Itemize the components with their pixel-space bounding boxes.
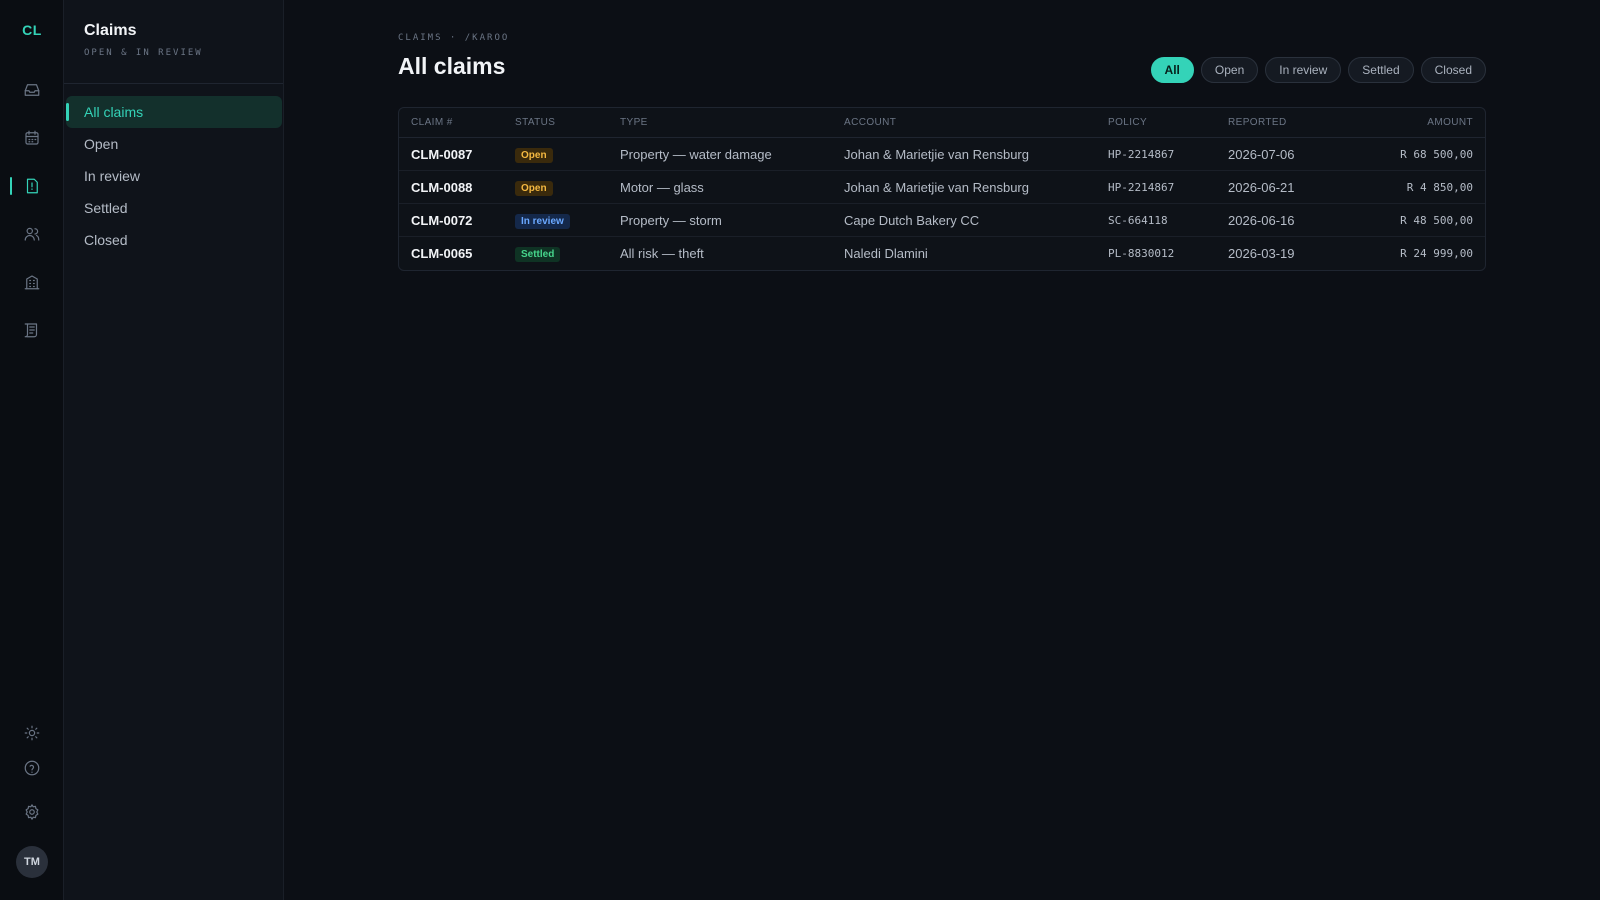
building-icon[interactable] [20,270,44,294]
subnav-title: Claims [84,22,137,39]
subnav-item-all-claims[interactable]: All claims [66,96,282,128]
table-row[interactable]: CLM-0088 Open Motor — glass Johan & Mari… [399,171,1485,204]
claim-type: Property — storm [620,212,722,228]
claim-id[interactable]: CLM-0072 [399,213,515,228]
col-account[interactable]: ACCOUNT [844,117,1108,128]
status-cell: Settled [515,245,620,262]
calendar-icon[interactable] [20,126,44,150]
col-type[interactable]: TYPE [620,117,844,128]
rail-active-indicator [10,177,12,195]
claims-icon[interactable] [20,174,44,198]
status-badge: Open [515,180,553,196]
claim-account: Johan & Marietjie van Rensburg [844,179,1029,195]
claim-policy: HP-2214867 [1108,180,1175,194]
subnav-header: Claims OPEN & IN REVIEW [64,0,283,84]
col-claim[interactable]: CLAIM # [399,117,515,128]
subnav-item-settled[interactable]: Settled [66,192,282,224]
filter-open[interactable]: Open [1200,57,1259,83]
claims-table: CLAIM # STATUS TYPE ACCOUNT POLICY REPOR… [398,107,1486,271]
breadcrumb: CLAIMS · /KAROO [398,33,510,43]
claim-reported: 2026-03-19 [1228,246,1295,261]
table-row[interactable]: CLM-0087 Open Property — water damage Jo… [399,138,1485,171]
status-badge: In review [515,213,570,229]
filter-closed[interactable]: Closed [1420,57,1486,83]
claim-reported: 2026-07-06 [1228,146,1295,162]
ledger-icon[interactable] [20,318,44,342]
claim-policy: HP-2214867 [1108,147,1175,161]
claim-id[interactable]: CLM-0088 [399,180,515,195]
claim-account: Cape Dutch Bakery CC [844,212,980,228]
claim-amount: R 48 500,00 [1400,213,1473,227]
icon-rail: CL TM [0,0,64,900]
claim-policy: PL-8830012 [1108,247,1175,260]
help-icon[interactable] [20,756,44,780]
subnav-subtitle: OPEN & IN REVIEW [84,48,203,58]
claim-type: Motor — glass [620,179,704,195]
claim-account: Naledi Dlamini [844,246,928,261]
claims-subnav: Claims OPEN & IN REVIEW All claims Open … [64,0,284,900]
table-row[interactable]: CLM-0072 In review Property — storm Cape… [399,204,1485,237]
filter-in-review[interactable]: In review [1265,57,1342,83]
table-row[interactable]: CLM-0065 Settled All risk — theft Naledi… [399,237,1485,270]
settings-icon[interactable] [20,800,44,824]
users-icon[interactable] [20,222,44,246]
subnav-item-in-review[interactable]: In review [66,160,282,192]
col-status[interactable]: STATUS [515,117,620,128]
table-header: CLAIM # STATUS TYPE ACCOUNT POLICY REPOR… [399,108,1485,138]
claim-account: Johan & Marietjie van Rensburg [844,146,1029,162]
claim-type: Property — water damage [620,146,772,162]
claim-policy: SC-664118 [1108,213,1168,227]
subnav-item-open[interactable]: Open [66,128,282,160]
col-policy[interactable]: POLICY [1108,117,1228,128]
user-avatar[interactable]: TM [16,846,48,878]
claim-reported: 2026-06-21 [1228,179,1295,195]
status-cell: Open [515,146,620,163]
claim-id[interactable]: CLM-0065 [399,246,515,261]
claim-id[interactable]: CLM-0087 [399,147,515,162]
status-filter-group: All Open In review Settled Closed [1150,57,1486,83]
claim-reported: 2026-06-16 [1228,212,1295,228]
status-cell: Open [515,179,620,196]
inbox-icon[interactable] [20,78,44,102]
page-title: All claims [398,53,506,79]
filter-all[interactable]: All [1150,57,1194,83]
col-amount[interactable]: AMOUNT [1378,117,1485,128]
col-reported[interactable]: REPORTED [1228,117,1378,128]
app-logo[interactable]: CL [0,22,64,38]
status-cell: In review [515,212,620,229]
claim-amount: R 4 850,00 [1406,180,1473,194]
theme-icon[interactable] [20,721,44,745]
status-badge: Settled [515,247,561,262]
claim-amount: R 68 500,00 [1400,147,1473,161]
subnav-item-closed[interactable]: Closed [66,224,282,256]
subnav-list: All claims Open In review Settled Closed [64,84,283,256]
status-badge: Open [515,147,553,163]
filter-settled[interactable]: Settled [1348,57,1414,83]
claim-type: All risk — theft [620,246,704,261]
claim-amount: R 24 999,00 [1400,247,1473,260]
